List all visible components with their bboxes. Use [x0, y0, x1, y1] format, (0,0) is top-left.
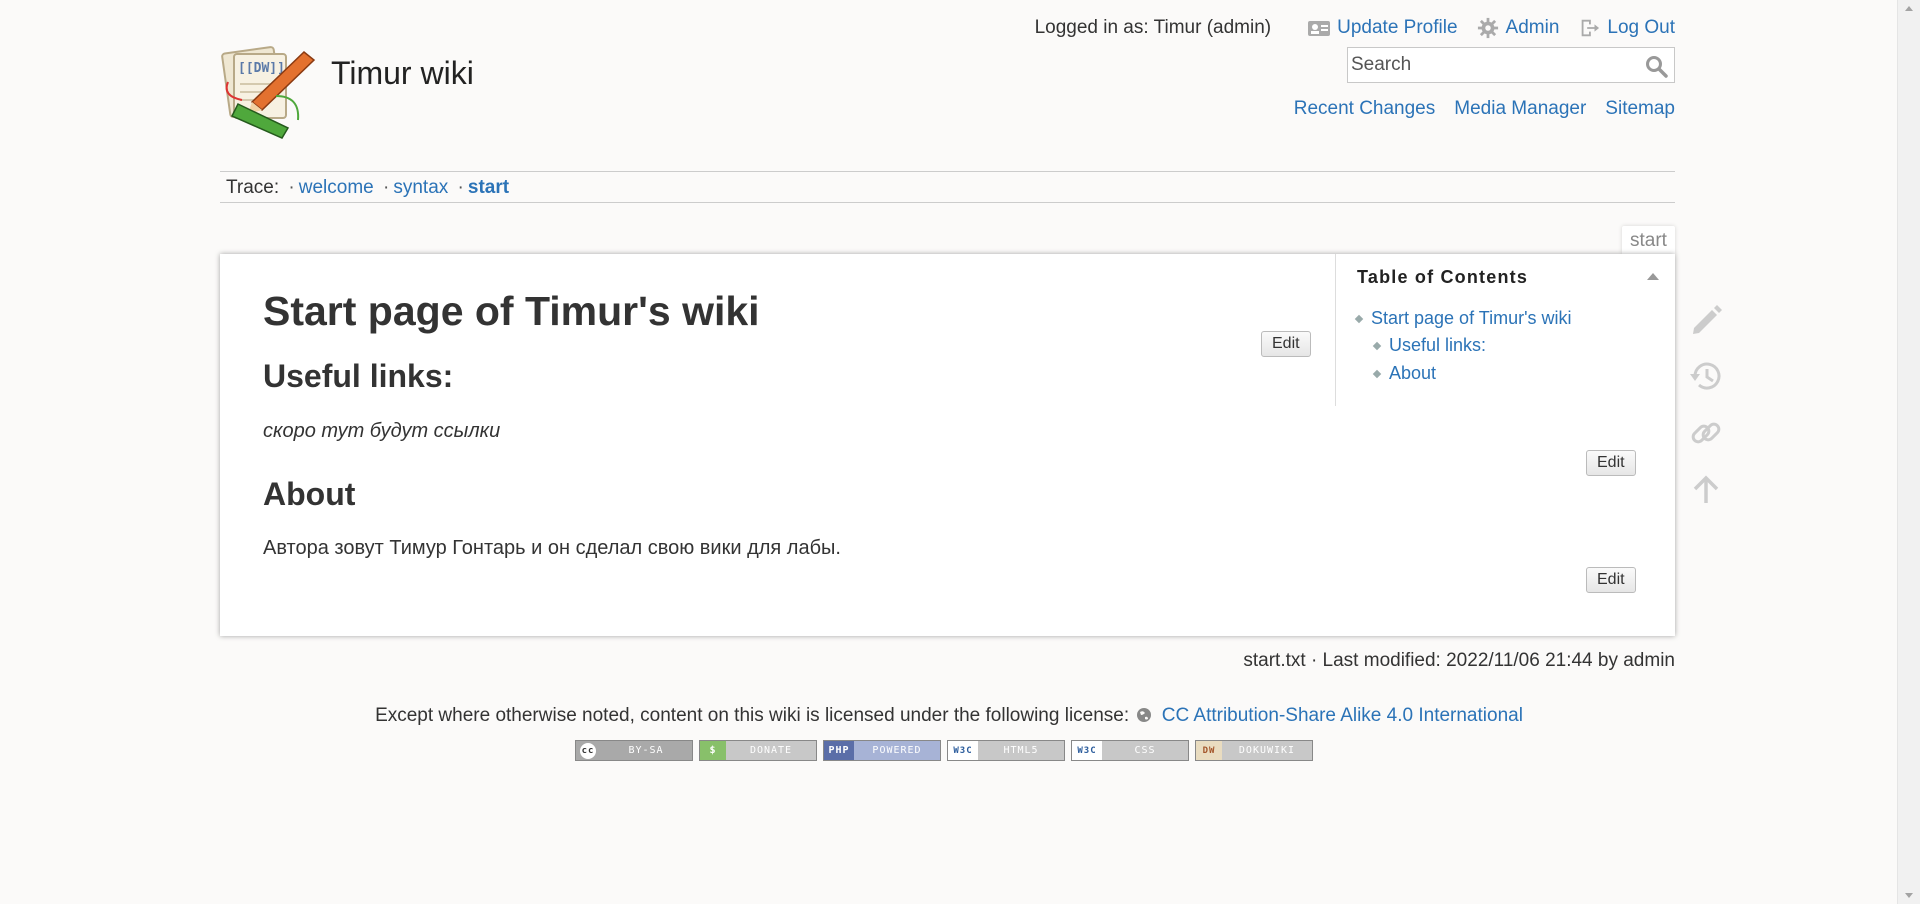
search-input[interactable] — [1348, 48, 1634, 82]
bullet-icon — [1354, 314, 1364, 323]
badge-left-label: PHP — [824, 741, 854, 760]
badge-php-powered[interactable]: PHP POWERED — [823, 740, 941, 761]
badge-w3c-css[interactable]: W3C CSS — [1071, 740, 1189, 761]
footer-badges: cc BY-SA $ DONATE PHP POWERED W3C HTML5 … — [575, 740, 1313, 761]
heading-about: About — [263, 476, 356, 512]
history-icon[interactable] — [1686, 356, 1726, 396]
scroll-up-arrow-icon[interactable] — [1905, 6, 1913, 11]
scroll-down-arrow-icon[interactable] — [1905, 893, 1913, 898]
document-info: start.txt · Last modified: 2022/11/06 21… — [1243, 650, 1675, 671]
toc-item[interactable]: Start page of Timur's wiki — [1354, 308, 1572, 329]
update-profile-label[interactable]: Update Profile — [1337, 17, 1457, 39]
media-manager-link[interactable]: Media Manager — [1454, 98, 1586, 120]
toc-link[interactable]: About — [1389, 363, 1436, 384]
site-title[interactable]: Timur wiki — [331, 55, 474, 92]
badge-right-label: POWERED — [872, 745, 922, 756]
heading-useful-links: Useful links: — [263, 358, 454, 394]
badge-left-label: cc — [580, 742, 596, 759]
page-title: Start page of Timur's wiki — [263, 288, 760, 334]
badge-right-label: DOKUWIKI — [1238, 745, 1296, 756]
badge-dokuwiki[interactable]: DW DOKUWIKI — [1195, 740, 1313, 761]
badge-left-label: $ — [700, 741, 726, 760]
page-content: Start page of Timur's wiki Edit Useful l… — [220, 254, 1675, 636]
toc-item[interactable]: Useful links: — [1372, 335, 1486, 356]
profile-card-icon — [1308, 21, 1331, 36]
page-id-tab: start — [1622, 226, 1675, 254]
site-tools: Recent Changes Media Manager Sitemap — [1294, 98, 1675, 120]
recent-changes-link[interactable]: Recent Changes — [1294, 98, 1436, 120]
license-notice: Except where otherwise noted, content on… — [0, 705, 1898, 727]
badge-w3c-html5[interactable]: W3C HTML5 — [947, 740, 1065, 761]
bullet-icon — [1372, 369, 1382, 378]
header: [[DW]] Timur wiki Logged in as: Timur (a… — [220, 0, 1675, 170]
arrow-up-icon[interactable] — [1686, 470, 1726, 510]
edit-section-button[interactable]: Edit — [1586, 450, 1636, 476]
link-icon[interactable] — [1686, 413, 1726, 453]
breadcrumb-item-start[interactable]: start — [468, 177, 509, 198]
sitemap-link[interactable]: Sitemap — [1605, 98, 1675, 120]
logout-link[interactable]: Log Out — [1577, 17, 1675, 39]
badge-right-label: HTML5 — [1003, 745, 1039, 756]
license-link[interactable]: CC Attribution-Share Alike 4.0 Internati… — [1162, 705, 1523, 726]
update-profile-link[interactable]: Update Profile — [1307, 17, 1458, 39]
edit-section-button[interactable]: Edit — [1586, 567, 1636, 593]
badge-left-label: W3C — [948, 741, 978, 760]
gear-icon — [1477, 17, 1498, 39]
license-prefix: Except where otherwise noted, content on… — [375, 705, 1130, 726]
toc-item[interactable]: About — [1372, 363, 1436, 384]
edit-section-button[interactable]: Edit — [1261, 331, 1311, 357]
breadcrumb-item-welcome[interactable]: welcome — [299, 177, 374, 198]
search-icon[interactable] — [1644, 54, 1668, 78]
toc-link[interactable]: Start page of Timur's wiki — [1371, 308, 1572, 329]
breadcrumb: Trace: · welcome · syntax · start — [220, 171, 1675, 203]
useful-links-text: скоро тут будут ссылки — [263, 420, 501, 442]
pencil-icon[interactable] — [1686, 300, 1726, 340]
search-form — [1347, 47, 1675, 83]
bullet-icon — [1372, 341, 1382, 350]
badge-right-label: CSS — [1134, 745, 1156, 756]
logged-in-text: Logged in as: Timur (admin) — [1034, 17, 1272, 38]
svg-text:[[DW]]: [[DW]] — [238, 61, 285, 76]
toc-collapse-icon[interactable] — [1647, 273, 1659, 280]
table-of-contents: Table of Contents Start page of Timur's … — [1335, 254, 1675, 406]
badge-donate[interactable]: $ DONATE — [699, 740, 817, 761]
scrollbar[interactable] — [1897, 0, 1920, 904]
globe-icon — [1137, 708, 1152, 722]
user-tools: Logged in as: Timur (admin) Update Profi… — [1035, 17, 1675, 39]
about-text: Автора зовут Тимур Гонтарь и он сделал с… — [263, 537, 841, 559]
badge-left-label: W3C — [1072, 741, 1102, 760]
trace-label: Trace: — [226, 177, 280, 198]
logout-label[interactable]: Log Out — [1607, 17, 1675, 39]
toc-title[interactable]: Table of Contents — [1357, 267, 1528, 288]
logout-icon — [1582, 19, 1600, 37]
badge-cc-by-sa[interactable]: cc BY-SA — [575, 740, 693, 761]
admin-label[interactable]: Admin — [1506, 17, 1560, 39]
dokuwiki-logo[interactable]: [[DW]] — [220, 44, 320, 140]
badge-right-label: BY-SA — [628, 745, 664, 756]
breadcrumb-item-syntax[interactable]: syntax — [393, 177, 448, 198]
toc-link[interactable]: Useful links: — [1389, 335, 1486, 356]
admin-link[interactable]: Admin — [1476, 17, 1560, 39]
badge-right-label: DONATE — [749, 745, 793, 756]
badge-left-label: DW — [1196, 741, 1222, 760]
